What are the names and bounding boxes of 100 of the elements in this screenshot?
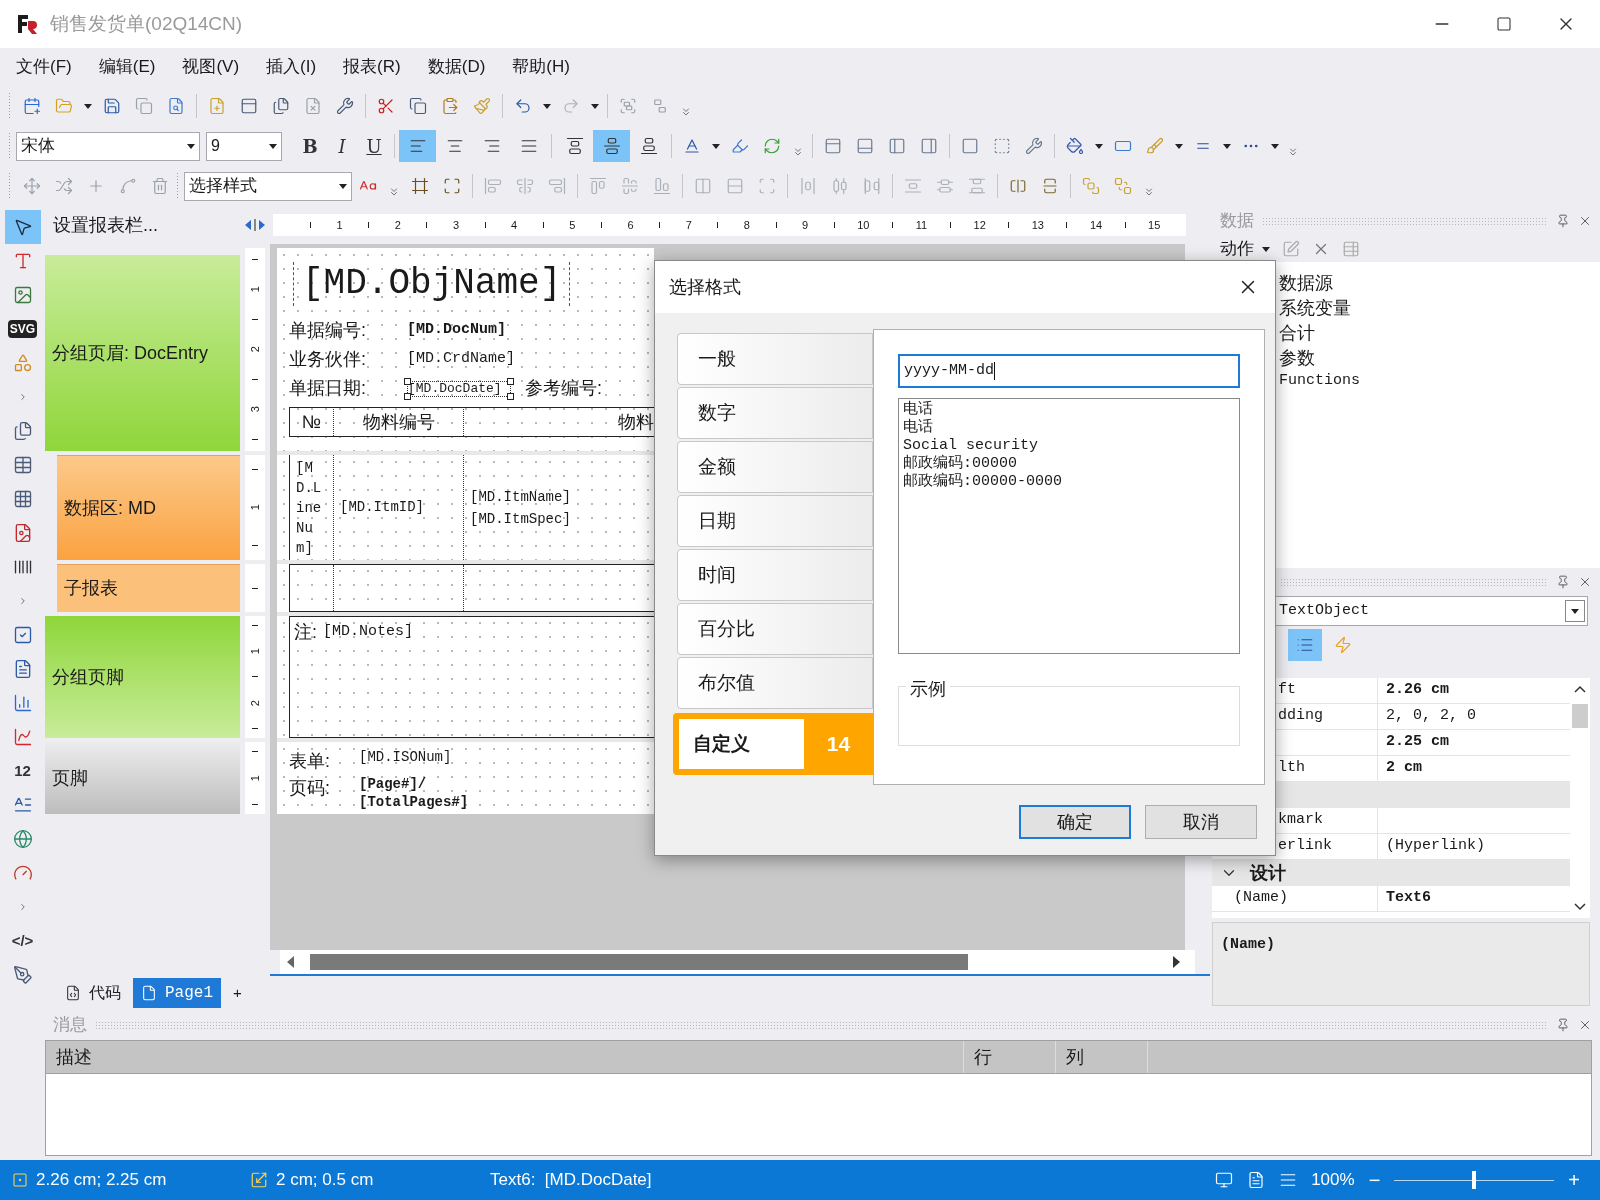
border-settings-icon[interactable] — [1025, 137, 1043, 155]
footer-field[interactable]: [TotalPages#] — [359, 793, 469, 811]
property-name[interactable]: erlink — [1278, 835, 1332, 858]
zoom-out-button[interactable]: − — [1368, 1165, 1381, 1195]
caret-icon[interactable] — [84, 103, 92, 109]
tree-item[interactable]: 参数 — [1279, 345, 1600, 370]
property-value[interactable]: 2.25 cm — [1386, 731, 1449, 754]
category-tab[interactable]: 一般 — [677, 333, 873, 385]
menu-item[interactable]: 帮助(H) — [512, 54, 570, 80]
table-cell[interactable]: [MD.ItmID] — [334, 455, 464, 560]
field-label[interactable]: 业务伙伴: — [289, 346, 407, 373]
table-cell[interactable]: [MD.LineNum] — [290, 455, 334, 560]
ungroup-icon[interactable] — [651, 97, 669, 115]
notes-field[interactable]: [MD.Notes] — [323, 621, 414, 644]
tool-button[interactable]: 12 — [4, 754, 41, 788]
maximize-icon[interactable] — [1496, 16, 1512, 32]
menu-item[interactable]: 文件(F) — [16, 54, 72, 80]
band-label[interactable]: 分组页脚 — [45, 616, 240, 738]
cancel-button[interactable]: 取消 — [1145, 805, 1257, 839]
property-name[interactable]: kmark — [1278, 809, 1323, 832]
cut-icon[interactable] — [377, 97, 395, 115]
overflow-icon[interactable] — [680, 106, 692, 118]
footer-label[interactable]: 页码: — [289, 775, 359, 802]
no-border-icon[interactable] — [993, 137, 1011, 155]
category-tab[interactable]: 数字 — [677, 387, 873, 439]
footer-field[interactable]: [Page#]/ — [359, 775, 469, 793]
fit-size-icon[interactable] — [443, 177, 461, 195]
undo-icon[interactable] — [514, 97, 532, 115]
field-label[interactable]: 参考编号: — [525, 375, 602, 402]
property-view-button[interactable] — [1288, 629, 1322, 661]
format-item[interactable]: 电话 — [903, 401, 1235, 419]
format-painter-icon[interactable] — [473, 97, 491, 115]
top-border-icon[interactable] — [824, 137, 842, 155]
valign-button[interactable] — [593, 130, 630, 162]
save-icon[interactable] — [103, 97, 121, 115]
format-item[interactable]: 邮政编码:00000 — [903, 455, 1235, 473]
category-tab[interactable]: 自定义 14 — [673, 713, 873, 775]
pin-icon[interactable] — [1556, 1018, 1570, 1032]
menu-item[interactable]: 数据(D) — [427, 54, 486, 80]
property-category[interactable]: 设计 — [1212, 860, 1570, 886]
field-label[interactable]: 单据日期: — [289, 375, 407, 402]
table-icon[interactable] — [1342, 240, 1360, 258]
left-border-icon[interactable] — [888, 137, 906, 155]
caret-icon[interactable] — [1223, 143, 1231, 149]
property-name[interactable]: lth — [1278, 757, 1305, 780]
center-horizontal-icon[interactable] — [1009, 177, 1027, 195]
tree-item[interactable]: 数据源 — [1279, 270, 1600, 295]
band-label[interactable]: 子报表 — [57, 564, 240, 612]
pin-icon[interactable] — [1556, 214, 1570, 228]
font-size-select[interactable]: 9 — [206, 131, 282, 161]
property-name[interactable]: dding — [1278, 705, 1323, 728]
edit-icon[interactable] — [1282, 240, 1300, 258]
copy-page-icon[interactable] — [272, 97, 290, 115]
pin-icon[interactable] — [1556, 575, 1570, 589]
caret-icon[interactable] — [269, 143, 277, 149]
underline-button[interactable]: U — [358, 132, 390, 160]
property-name[interactable]: ft — [1278, 679, 1296, 702]
format-item[interactable]: Social security — [903, 437, 1235, 455]
tree-item[interactable]: 系统变量 — [1279, 295, 1600, 320]
zoom-in-button[interactable]: + — [1568, 1165, 1580, 1195]
page-tab[interactable]: 代码 — [57, 978, 129, 1008]
preview-icon[interactable] — [167, 97, 185, 115]
page-tab[interactable]: Page1 — [133, 978, 221, 1008]
overflow-icon[interactable] — [792, 146, 804, 158]
menu-item[interactable]: 报表(R) — [343, 54, 401, 80]
format-input[interactable]: yyyy-MM-dd — [898, 354, 1240, 388]
italic-button[interactable]: I — [326, 132, 358, 160]
property-value[interactable]: 2.26 cm — [1386, 679, 1449, 702]
list-view-icon[interactable] — [1279, 1171, 1298, 1189]
zoom-slider[interactable] — [1394, 1170, 1555, 1190]
caret-icon[interactable] — [1571, 608, 1579, 614]
tool-button[interactable]: </> — [4, 924, 41, 958]
caret-icon[interactable] — [543, 103, 551, 109]
bottom-border-icon[interactable] — [856, 137, 874, 155]
format-item[interactable]: 电话 — [903, 419, 1235, 437]
tool-button[interactable] — [4, 210, 41, 244]
group-icon[interactable] — [619, 97, 637, 115]
center-vertical-icon[interactable] — [1041, 177, 1059, 195]
overflow-icon[interactable] — [1287, 146, 1299, 158]
bring-front-icon[interactable] — [1082, 177, 1100, 195]
property-value[interactable]: Text6 — [1386, 887, 1431, 910]
band-label[interactable]: 分组页眉: DocEntry — [45, 255, 240, 451]
band-label[interactable]: 页脚 — [45, 742, 240, 814]
move-icon[interactable] — [23, 177, 41, 195]
curve-icon[interactable] — [119, 177, 137, 195]
caret-icon[interactable] — [339, 183, 347, 189]
delete-page-icon[interactable] — [304, 97, 322, 115]
page-setup-icon[interactable] — [336, 97, 354, 115]
format-list[interactable]: 电话 电话 Social security 邮政编码:00000 邮政编码:00000-0000 — [898, 398, 1240, 654]
caret-icon[interactable] — [1262, 246, 1270, 252]
fill-icon[interactable] — [1066, 137, 1084, 155]
paste-icon[interactable] — [441, 97, 459, 115]
caret-icon[interactable] — [712, 143, 720, 149]
vertical-scrollbar[interactable] — [1570, 678, 1590, 918]
send-back-icon[interactable] — [1114, 177, 1132, 195]
overflow-icon[interactable] — [388, 186, 400, 198]
property-value[interactable]: 2, 0, 2, 0 — [1386, 705, 1476, 728]
caret-icon[interactable] — [187, 143, 195, 149]
category-tab[interactable]: 百分比 — [677, 603, 873, 655]
category-tab[interactable]: 日期 — [677, 495, 873, 547]
